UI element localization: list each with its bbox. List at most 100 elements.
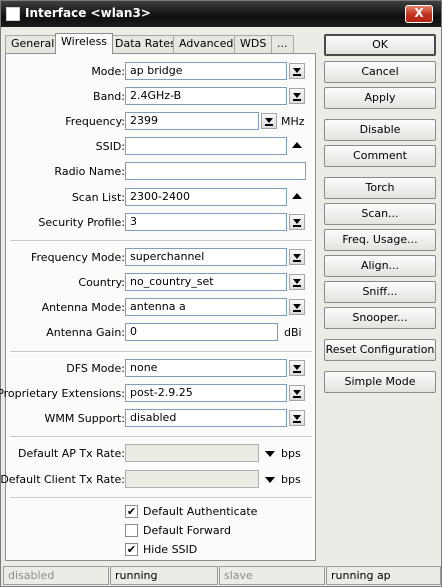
dropdown-bar-icon [293,74,301,76]
ssid-input[interactable] [125,137,287,155]
torch-button[interactable]: Torch [324,177,436,199]
dropdown-bar-icon [293,371,301,373]
default-client-tx-rate-input[interactable] [125,470,259,488]
tab-advanced[interactable]: Advanced [173,35,240,53]
mode-select[interactable]: ap bridge [125,62,287,80]
antenna-mode-select[interactable]: antenna a [125,298,287,316]
country-select[interactable]: no_country_set [125,273,287,291]
proprietary-extensions-select[interactable]: post-2.9.25 [125,384,287,402]
dropdown-bar-icon [293,421,301,423]
security-profile-select[interactable]: 3 [125,213,287,231]
dfs-mode-label: DFS Mode: [66,362,125,375]
band-dropdown-button[interactable] [289,88,305,104]
default-ap-tx-rate-row: Default AP Tx Rate: bps [6,444,317,464]
dropdown-bar-icon [293,99,301,101]
chevron-down-icon[interactable] [265,451,275,457]
chevron-down-icon [293,365,301,370]
wireless-panel: Mode: ap bridge Band: 2.4GHz-B Frequency… [0,53,317,561]
scan-button[interactable]: Scan... [324,203,436,225]
radio-name-input[interactable] [125,162,306,180]
tab-strip: General Wireless Data Rates Advanced WDS… [5,33,315,54]
scan-list-label: Scan List: [71,191,125,204]
simple-mode-button[interactable]: Simple Mode [324,371,436,393]
status-enabled: disabled [3,566,109,585]
frequency-mode-select[interactable]: superchannel [125,248,287,266]
antenna-mode-row: Antenna Mode: antenna a [6,298,317,318]
proprietary-extensions-row: Proprietary Extensions: post-2.9.25 [0,384,317,404]
tab-more[interactable]: ... [271,35,294,53]
antenna-gain-input[interactable]: 0 [125,323,278,341]
frequency-row: Frequency: 2399 MHz [6,112,317,132]
chevron-down-icon [265,118,273,123]
proprietary-extensions-label: Proprietary Extensions: [0,387,125,400]
freq-usage-button[interactable]: Freq. Usage... [324,229,436,251]
tab-wds[interactable]: WDS [234,35,273,53]
close-button[interactable]: X [405,5,433,23]
wmm-support-select[interactable]: disabled [125,409,287,427]
ok-button[interactable]: OK [324,34,436,56]
apply-button[interactable]: Apply [324,87,436,109]
collapse-up-icon[interactable] [292,142,302,148]
title-bar[interactable]: Interface <wlan3> X [1,1,441,27]
tab-wireless[interactable]: Wireless [55,33,114,54]
default-ap-tx-rate-input[interactable] [125,444,259,462]
app-icon [6,7,20,21]
tab-general[interactable]: General [5,35,61,53]
chevron-down-icon [293,279,301,284]
chevron-down-icon [293,304,301,309]
default-authenticate-checkbox[interactable]: ✔ [125,505,138,518]
chevron-down-icon[interactable] [265,477,275,483]
dfs-mode-dropdown-button[interactable] [289,360,305,376]
frequency-select[interactable]: 2399 [125,112,259,130]
chevron-down-icon [293,254,301,259]
status-slave: slave [219,566,325,585]
antenna-gain-unit: dBi [284,326,302,339]
frequency-dropdown-button[interactable] [261,113,277,129]
cancel-button[interactable]: Cancel [324,61,436,83]
chevron-down-icon [293,415,301,420]
dropdown-bar-icon [293,285,301,287]
dfs-mode-select[interactable]: none [125,359,287,377]
radio-name-label: Radio Name: [54,165,125,178]
divider [10,351,312,353]
wmm-support-dropdown-button[interactable] [289,410,305,426]
hide-ssid-label: Hide SSID [143,543,198,556]
mode-dropdown-button[interactable] [289,63,305,79]
antenna-mode-dropdown-button[interactable] [289,299,305,315]
scan-list-row: Scan List: 2300-2400 [6,188,317,208]
country-dropdown-button[interactable] [289,274,305,290]
frequency-mode-dropdown-button[interactable] [289,249,305,265]
band-row: Band: 2.4GHz-B [6,87,317,107]
reset-configuration-button[interactable]: Reset Configuration [324,339,436,361]
chevron-down-icon [293,219,301,224]
align-button[interactable]: Align... [324,255,436,277]
band-select[interactable]: 2.4GHz-B [125,87,287,105]
default-client-tx-rate-unit: bps [281,473,301,486]
disable-button[interactable]: Disable [324,119,436,141]
scan-list-input[interactable]: 2300-2400 [125,188,287,206]
dfs-mode-row: DFS Mode: none [6,359,317,379]
proprietary-extensions-dropdown-button[interactable] [289,385,305,401]
default-client-tx-rate-row: Default Client Tx Rate: bps [0,470,317,490]
dropdown-bar-icon [293,310,301,312]
hide-ssid-checkbox[interactable]: ✔ [125,543,138,556]
dropdown-bar-icon [265,124,273,126]
snooper-button[interactable]: Snooper... [324,307,436,329]
security-profile-row: Security Profile: 3 [6,213,317,233]
default-ap-tx-rate-unit: bps [281,447,301,460]
frequency-mode-label: Frequency Mode: [31,251,125,264]
comment-button[interactable]: Comment [324,145,436,167]
tab-data-rates[interactable]: Data Rates [109,35,182,53]
dropdown-bar-icon [293,396,301,398]
collapse-up-icon[interactable] [292,193,302,199]
frequency-unit: MHz [281,115,305,128]
chevron-down-icon [293,93,301,98]
default-forward-checkbox[interactable] [125,524,138,537]
security-profile-dropdown-button[interactable] [289,214,305,230]
status-bar: disabled running slave running ap [3,566,441,585]
window-title: Interface <wlan3> [25,6,151,20]
band-label: Band: [93,90,125,103]
chevron-down-icon [293,68,301,73]
default-ap-tx-rate-label: Default AP Tx Rate: [18,447,125,460]
sniff-button[interactable]: Sniff... [324,281,436,303]
